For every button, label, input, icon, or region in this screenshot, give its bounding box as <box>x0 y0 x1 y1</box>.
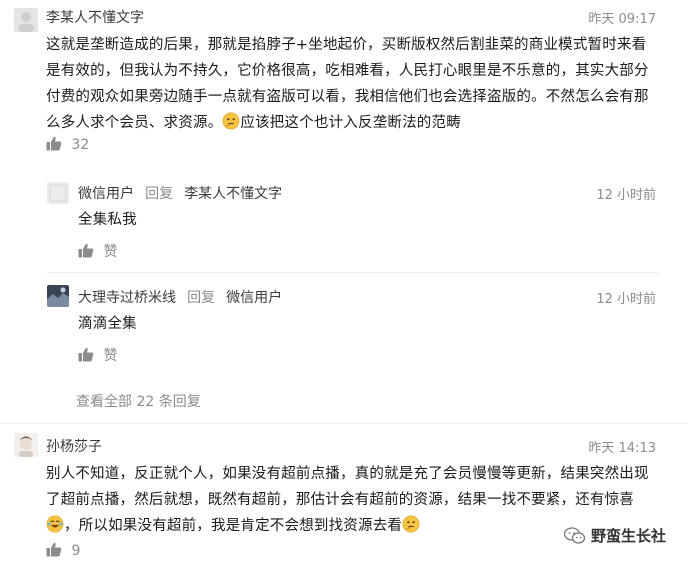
thinking-emoji-icon <box>222 112 240 130</box>
avatar[interactable] <box>14 433 38 457</box>
reply-target[interactable]: 微信用户 <box>226 290 282 306</box>
comment-line: 是有效的，但我认为不持久，它价格很高，吃相难看，人民打心眼里是不乐意的，其实大部… <box>46 63 649 79</box>
like-count: 32 <box>71 137 90 153</box>
thumbs-up-icon <box>46 136 62 151</box>
like-button[interactable]: 赞 <box>78 241 117 261</box>
comment-line: 付费的观众如果旁边随手一点就有盗版可以看，我相信他们也会选择盗版的。不然怎么会有… <box>46 89 649 105</box>
comment-line: 这就是垄断造成的后果，那就是掐脖子+坐地起价，买断版权然后割韭菜的商业模式暂时来… <box>46 37 647 53</box>
reply-text: 全集私我 <box>78 212 137 228</box>
comment-time: 昨天 09:17 <box>588 12 656 27</box>
reply-header: 大理寺过桥米线 回复 微信用户 <box>78 287 282 307</box>
reply-header: 微信用户 回复 李某人不懂文字 <box>78 183 282 203</box>
wechat-icon <box>563 526 586 544</box>
like-label: 赞 <box>103 348 118 364</box>
reply-text: 滴滴全集 <box>78 316 137 332</box>
avatar[interactable] <box>47 285 69 307</box>
like-label: 赞 <box>103 244 118 260</box>
avatar-image <box>47 182 69 204</box>
thinking-emoji-icon <box>402 515 420 533</box>
avatar-image <box>14 433 38 457</box>
reply-keyword: 回复 <box>145 186 174 202</box>
comment-time: 昨天 14:13 <box>588 441 656 456</box>
avatar[interactable] <box>47 182 69 204</box>
view-all-replies-link[interactable]: 查看全部 22 条回复 <box>76 391 201 411</box>
thumbs-up-icon <box>78 347 94 362</box>
thumbs-up-icon <box>78 243 94 258</box>
comment-author[interactable]: 李某人不懂文字 <box>46 7 144 27</box>
comment-line: 么多人求个会员、求资源。 应该把这个也计入反垄断法的范畴 <box>46 110 671 136</box>
reply-time: 12 小时前 <box>596 292 656 307</box>
laugh-cry-emoji-icon <box>46 515 64 533</box>
avatar[interactable] <box>14 8 38 32</box>
comment-text: 这就是垄断造成的后果，那就是掐脖子+坐地起价，买断版权然后割韭菜的商业模式暂时来… <box>46 32 671 136</box>
like-button[interactable]: 9 <box>46 542 80 559</box>
avatar-image <box>47 285 69 307</box>
comment-line-part: 么多人求个会员、求资源。 <box>46 115 223 131</box>
comment-author[interactable]: 孙杨莎子 <box>46 436 102 456</box>
avatar-image <box>14 8 38 32</box>
reply-author[interactable]: 大理寺过桥米线 <box>78 290 176 306</box>
comment-line: 别人不知道，反正就个人，如果没有超前点播，真的就是充了会员慢慢等更新，结果突然出… <box>46 466 649 482</box>
like-button[interactable]: 赞 <box>78 345 117 365</box>
comment-line: 了超前点播，然后就想，既然有超前，那估计会有超前的资源，结果一找不要紧，还有惊喜 <box>46 492 634 508</box>
watermark: 野蛮生长社 <box>563 525 666 546</box>
comment-line-part: ，所以如果没有超前，我是肯定不会想到找资源去看 <box>64 518 403 534</box>
reply-author[interactable]: 微信用户 <box>78 186 134 202</box>
like-button[interactable]: 32 <box>46 136 89 153</box>
divider <box>0 423 688 424</box>
reply-time: 12 小时前 <box>596 188 656 203</box>
reply-keyword: 回复 <box>187 290 216 306</box>
divider <box>47 272 659 273</box>
like-count: 9 <box>71 543 81 559</box>
reply-target[interactable]: 李某人不懂文字 <box>184 186 282 202</box>
comment-line-part: 应该把这个也计入反垄断法的范畴 <box>240 115 461 131</box>
watermark-brand: 野蛮生长社 <box>590 527 666 545</box>
thumbs-up-icon <box>46 542 62 557</box>
